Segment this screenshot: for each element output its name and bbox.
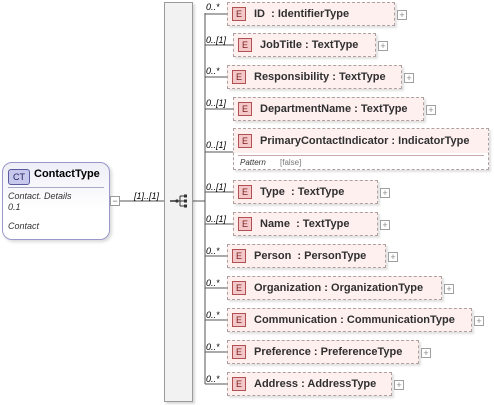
element-multiplicity: 0..[1] [206,214,227,224]
element-label: Communication : CommunicationType [254,314,455,326]
element-multiplicity: 0..[1] [206,182,227,192]
sequence-multiplicity: [1]..[1] [134,191,160,201]
divider [238,155,484,156]
complex-type-name: ContactType [34,168,100,180]
element-badge: E [232,313,246,327]
element-multiplicity: 0..* [206,310,220,320]
complex-type-contacttype[interactable]: CT ContactType Contact. Details 0.1 Cont… [2,162,110,240]
element-badge: E [238,38,252,52]
element-label: Type : TextType [260,186,345,198]
element-name[interactable]: E Name : TextType [233,212,378,236]
element-preference[interactable]: E Preference : PreferenceType [227,340,419,364]
divider [8,187,104,188]
element-multiplicity: 0..[1] [206,140,227,150]
collapse-toggle[interactable]: − [110,196,120,206]
element-responsibility[interactable]: E Responsibility : TextType [227,65,402,89]
element-multiplicity: 0..* [206,374,220,384]
sequence-icon [170,194,187,208]
element-multiplicity: 0..[1] [206,98,227,108]
element-badge: E [232,249,246,263]
element-id[interactable]: E ID : IdentifierType [227,2,395,26]
facet-name: Pattern [240,158,266,167]
expand-toggle[interactable]: + [474,316,484,326]
element-badge: E [232,70,246,84]
element-primarycontactindicator[interactable]: E PrimaryContactIndicator : IndicatorTyp… [233,128,489,170]
expand-toggle[interactable]: + [397,10,407,20]
element-type[interactable]: E Type : TextType [233,180,378,204]
expand-toggle[interactable]: + [380,188,390,198]
expand-toggle[interactable]: + [421,348,431,358]
element-person[interactable]: E Person : PersonType [227,244,386,268]
element-badge: E [238,185,252,199]
element-badge: E [238,217,252,231]
element-label: DepartmentName : TextType [260,103,408,115]
element-badge: E [238,134,252,148]
element-badge: E [232,377,246,391]
expand-toggle[interactable]: + [394,380,404,390]
element-multiplicity: 0..* [206,342,220,352]
facet-value: [false] [280,158,302,167]
complex-type-badge: CT [8,169,30,185]
element-label: ID : IdentifierType [254,8,350,20]
documentation-line: Contact [8,221,40,231]
documentation-line: Contact. Details [8,191,72,201]
element-badge: E [232,7,246,21]
element-address[interactable]: E Address : AddressType [227,372,392,396]
element-departmentname[interactable]: E DepartmentName : TextType [233,97,424,121]
expand-toggle[interactable]: + [388,252,398,262]
expand-toggle[interactable]: + [380,220,390,230]
element-organization[interactable]: E Organization : OrganizationType [227,276,442,300]
element-label: Person : PersonType [254,250,367,262]
element-multiplicity: 0..* [206,278,220,288]
element-jobtitle[interactable]: E JobTitle : TextType [233,33,376,57]
element-badge: E [232,345,246,359]
documentation-line: 0.1 [8,202,21,212]
element-multiplicity: 0..[1] [206,35,227,45]
element-communication[interactable]: E Communication : CommunicationType [227,308,472,332]
element-label: Responsibility : TextType [254,71,386,83]
expand-toggle[interactable]: + [378,41,388,51]
element-label: JobTitle : TextType [260,39,359,51]
element-multiplicity: 0..* [206,246,220,256]
element-multiplicity: 0..* [206,2,220,12]
element-label: Address : AddressType [254,378,377,390]
element-label: Name : TextType [260,218,350,230]
element-label: Preference : PreferenceType [254,346,403,358]
expand-toggle[interactable]: + [444,284,454,294]
expand-toggle[interactable]: + [404,73,414,83]
element-label: PrimaryContactIndicator : IndicatorType [260,135,470,147]
element-multiplicity: 0..* [206,66,220,76]
element-badge: E [232,281,246,295]
element-badge: E [238,102,252,116]
element-label: Organization : OrganizationType [254,282,424,294]
expand-toggle[interactable]: + [426,105,436,115]
